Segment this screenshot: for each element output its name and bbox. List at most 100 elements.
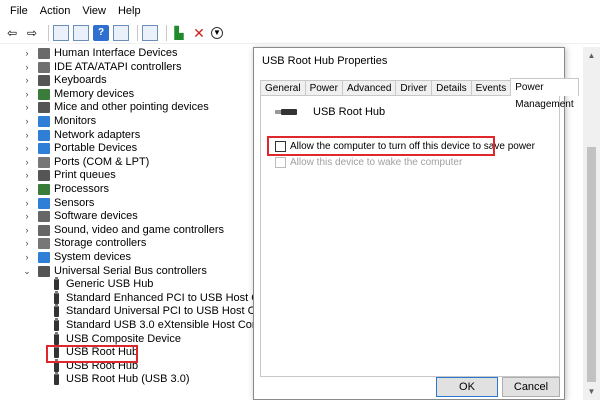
processor-icon	[38, 183, 50, 195]
tab-driver[interactable]: Driver	[395, 80, 433, 96]
tree-category-label: Mice and other pointing devices	[54, 101, 209, 113]
tab-general[interactable]: General	[260, 80, 306, 96]
chevron-right-icon[interactable]: ›	[22, 184, 32, 194]
toolbar: ⇦ ⇨ ? ▙ ✕ ▼	[0, 22, 600, 44]
network-icon	[38, 129, 50, 141]
sensor-icon	[38, 197, 50, 209]
tree-category-label: Sound, video and game controllers	[54, 224, 224, 236]
chevron-right-icon[interactable]: ›	[22, 89, 32, 99]
tree-category-item[interactable]: › Print queues	[22, 168, 116, 182]
ports-icon	[38, 156, 50, 168]
chevron-right-icon[interactable]: ›	[22, 130, 32, 140]
tree-category-item[interactable]: › Portable Devices	[22, 141, 138, 155]
tree-category-item[interactable]: › IDE ATA/ATAPI controllers	[22, 60, 182, 74]
tree-scrollbar[interactable]: ▲ ▼	[583, 47, 600, 400]
ide-icon	[38, 61, 50, 73]
show-hide-console-tree-icon[interactable]	[53, 24, 69, 41]
tree-category-label: Memory devices	[54, 88, 135, 100]
tree-category-label: Sensors	[54, 197, 95, 209]
tree-category-item[interactable]: › Network adapters	[22, 128, 141, 142]
chevron-right-icon[interactable]: ›	[22, 211, 32, 221]
tree-category-label: Ports (COM & LPT)	[54, 156, 150, 168]
details-view-icon[interactable]	[113, 24, 129, 41]
dialog-title: USB Root Hub Properties	[262, 55, 388, 67]
device-name: USB Root Hub	[313, 106, 386, 118]
disable-device-icon[interactable]: ▼	[211, 26, 223, 39]
software-icon	[38, 210, 50, 222]
tree-category-item[interactable]: › Software devices	[22, 209, 138, 223]
menu-help[interactable]: Help	[112, 0, 147, 22]
tree-category-label: Universal Serial Bus controllers	[54, 265, 207, 277]
arrow-left-icon[interactable]: ⇦	[4, 25, 20, 41]
tree-category-item[interactable]: ⌄ Universal Serial Bus controllers	[22, 264, 207, 278]
uninstall-device-icon[interactable]: ✕	[191, 25, 207, 41]
tab-events[interactable]: Events	[470, 80, 512, 96]
menu-file[interactable]: File	[4, 0, 34, 22]
scroll-up-icon[interactable]: ▲	[583, 47, 600, 64]
tree-category-label: System devices	[54, 251, 132, 263]
toolbar-separator	[137, 24, 138, 41]
tree-usb-child-label: Generic USB Hub	[66, 278, 154, 290]
usb-plug-icon	[52, 317, 60, 331]
chevron-right-icon[interactable]: ›	[22, 238, 32, 248]
tab-advanced[interactable]: Advanced	[341, 80, 397, 96]
mouse-icon	[38, 101, 50, 113]
tab-power[interactable]: Power	[304, 80, 343, 96]
help-icon[interactable]: ?	[93, 24, 109, 41]
chevron-right-icon[interactable]: ›	[22, 48, 32, 58]
tree-category-item[interactable]: › Ports (COM & LPT)	[22, 155, 150, 169]
tree-usb-child-item[interactable]: Generic USB Hub	[52, 276, 154, 291]
chevron-right-icon[interactable]: ›	[22, 198, 32, 208]
tree-category-item[interactable]: › Memory devices	[22, 87, 135, 101]
chevron-right-icon[interactable]: ›	[22, 62, 32, 72]
update-driver-icon[interactable]: ▙	[171, 25, 187, 41]
tree-category-label: Software devices	[54, 210, 138, 222]
chevron-right-icon[interactable]: ›	[22, 143, 32, 153]
dialog-tabs: General Power Advanced Driver Details Ev…	[260, 78, 579, 110]
hid-icon	[38, 47, 50, 59]
scroll-thumb[interactable]	[587, 147, 596, 382]
tree-category-label: Monitors	[54, 115, 97, 127]
chevron-right-icon[interactable]: ›	[22, 116, 32, 126]
tab-details[interactable]: Details	[431, 80, 472, 96]
tree-category-item[interactable]: › System devices	[22, 250, 132, 264]
menu-action[interactable]: Action	[34, 0, 77, 22]
scan-hardware-icon[interactable]	[142, 24, 158, 41]
device-header: USB Root Hub	[275, 106, 385, 118]
properties-icon[interactable]	[73, 24, 89, 41]
tree-category-label: Portable Devices	[54, 142, 138, 154]
option-highlight-box	[267, 136, 495, 156]
tree-category-item[interactable]: › Storage controllers	[22, 236, 147, 250]
chevron-right-icon[interactable]: ›	[22, 157, 32, 167]
menu-view[interactable]: View	[76, 0, 112, 22]
tree-usb-child-item[interactable]: USB Composite Device	[52, 331, 181, 346]
monitor-icon	[38, 115, 50, 127]
tree-category-label: Print queues	[54, 169, 116, 181]
tree-highlight-box	[46, 345, 138, 363]
tree-category-item[interactable]: › Human Interface Devices	[22, 46, 178, 60]
tree-usb-child-item[interactable]: USB Root Hub (USB 3.0)	[52, 371, 190, 386]
tree-category-item[interactable]: › Monitors	[22, 114, 97, 128]
tree-category-label: Keyboards	[54, 74, 107, 86]
chevron-right-icon[interactable]: ›	[22, 170, 32, 180]
usb-plug-icon	[52, 331, 60, 345]
chevron-right-icon[interactable]: ›	[22, 75, 32, 85]
arrow-right-icon[interactable]: ⇨	[24, 25, 40, 41]
ok-button[interactable]: OK	[436, 377, 498, 397]
tab-power-management[interactable]: Power Management	[510, 78, 579, 110]
tree-category-item[interactable]: › Mice and other pointing devices	[22, 100, 209, 114]
chevron-down-icon[interactable]: ⌄	[22, 266, 32, 277]
chevron-right-icon[interactable]: ›	[22, 225, 32, 235]
chevron-right-icon[interactable]: ›	[22, 252, 32, 262]
cancel-button[interactable]: Cancel	[502, 377, 560, 397]
tree-category-label: Processors	[54, 183, 110, 195]
chevron-right-icon[interactable]: ›	[22, 102, 32, 112]
tree-category-item[interactable]: › Keyboards	[22, 73, 107, 87]
usb-plug-icon	[52, 371, 60, 385]
tree-category-item[interactable]: › Sound, video and game controllers	[22, 223, 225, 237]
tree-category-item[interactable]: › Sensors	[22, 196, 95, 210]
scroll-down-icon[interactable]: ▼	[583, 383, 600, 400]
memory-icon	[38, 88, 50, 100]
properties-dialog: USB Root Hub Properties General Power Ad…	[253, 47, 579, 400]
tree-category-item[interactable]: › Processors	[22, 182, 110, 196]
